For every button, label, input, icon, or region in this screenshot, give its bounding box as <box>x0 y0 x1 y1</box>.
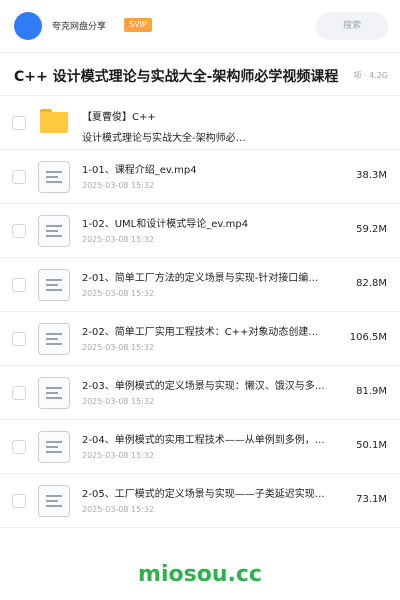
row-checkbox[interactable] <box>12 386 26 400</box>
list-item[interactable]: 2-02、简单工厂实用工程技术：C++对象动态创建… 2025-03-08 15… <box>0 312 400 366</box>
file-size: 50.1M <box>356 440 387 451</box>
document-icon <box>38 161 70 193</box>
row-checkbox[interactable] <box>12 494 26 508</box>
file-name: 2-02、简单工厂实用工程技术：C++对象动态创建… <box>82 327 319 338</box>
row-checkbox[interactable] <box>12 440 26 454</box>
folder-name-line1: 【夏曹俊】C++ <box>82 112 156 123</box>
document-icon <box>38 215 70 247</box>
file-date: 2025-03-08 15:32 <box>82 235 155 244</box>
file-size: 82.8M <box>356 278 387 289</box>
file-size: 59.2M <box>356 224 387 235</box>
document-icon <box>38 323 70 355</box>
list-item-folder[interactable]: 【夏曹俊】C++ 设计模式理论与实战大全-架构师必… <box>0 96 400 150</box>
document-icon <box>38 269 70 301</box>
svip-badge: SVIP <box>124 18 152 32</box>
file-date: 2025-03-08 15:32 <box>82 343 155 352</box>
file-date: 2025-03-08 15:32 <box>82 505 155 514</box>
file-size: 81.9M <box>356 386 387 397</box>
file-date: 2025-03-08 15:32 <box>82 451 155 460</box>
row-checkbox[interactable] <box>12 278 26 292</box>
row-checkbox[interactable] <box>12 224 26 238</box>
row-checkbox[interactable] <box>12 116 26 130</box>
header: 夸克网盘分享 SVIP 搜索 <box>0 0 400 52</box>
watermark: miosou.cc <box>138 562 262 587</box>
list-item[interactable]: 1-01、课程介绍_ev.mp4 2025-03-08 15:32 38.3M <box>0 150 400 204</box>
title-meta: 项 · 4.2G <box>353 71 388 80</box>
file-name: 2-04、单例模式的实用工程技术——从单例到多例，… <box>82 435 325 446</box>
file-date: 2025-03-08 15:32 <box>82 289 155 298</box>
file-date: 2025-03-08 15:32 <box>82 397 155 406</box>
title-bar: C++ 设计模式理论与实战大全-架构师必学视频课程 项 · 4.2G <box>0 52 400 96</box>
list-item[interactable]: 2-05、工厂模式的定义场景与实现——子类延迟实现… 2025-03-08 15… <box>0 474 400 528</box>
folder-icon <box>40 109 68 133</box>
file-name: 1-02、UML和设计模式导论_ev.mp4 <box>82 219 249 230</box>
list-item[interactable]: 2-01、简单工厂方法的定义场景与实现-针对接口编… 2025-03-08 15… <box>0 258 400 312</box>
avatar[interactable] <box>14 12 42 40</box>
list-item[interactable]: 2-04、单例模式的实用工程技术——从单例到多例，… 2025-03-08 15… <box>0 420 400 474</box>
file-name: 2-01、简单工厂方法的定义场景与实现-针对接口编… <box>82 273 319 284</box>
file-size: 38.3M <box>356 170 387 181</box>
list-item[interactable]: 2-03、单例模式的定义场景与实现：懒汉、饿汉与多… 2025-03-08 15… <box>0 366 400 420</box>
folder-name-line2: 设计模式理论与实战大全-架构师必… <box>82 133 246 144</box>
file-date: 2025-03-08 15:32 <box>82 181 155 190</box>
row-checkbox[interactable] <box>12 170 26 184</box>
list-item[interactable]: 1-02、UML和设计模式导论_ev.mp4 2025-03-08 15:32 … <box>0 204 400 258</box>
file-name: 1-01、课程介绍_ev.mp4 <box>82 165 197 176</box>
file-name: 2-05、工厂模式的定义场景与实现——子类延迟实现… <box>82 489 325 500</box>
search-input[interactable]: 搜索 <box>316 12 388 40</box>
file-name: 2-03、单例模式的定义场景与实现：懒汉、饿汉与多… <box>82 381 325 392</box>
sharer-name[interactable]: 夸克网盘分享 <box>52 19 106 32</box>
page-title: C++ 设计模式理论与实战大全-架构师必学视频课程 <box>14 69 339 85</box>
document-icon <box>38 485 70 517</box>
file-size: 106.5M <box>349 332 387 343</box>
document-icon <box>38 377 70 409</box>
file-size: 73.1M <box>356 494 387 505</box>
row-checkbox[interactable] <box>12 332 26 346</box>
document-icon <box>38 431 70 463</box>
file-list: 【夏曹俊】C++ 设计模式理论与实战大全-架构师必… 1-01、课程介绍_ev.… <box>0 96 400 528</box>
